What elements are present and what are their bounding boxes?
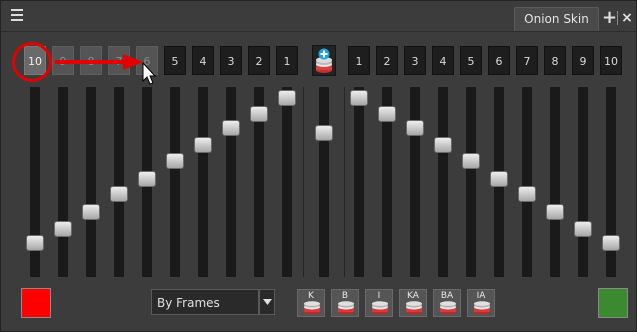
next-opacity-slider-3-track[interactable] bbox=[410, 87, 420, 277]
toggle-key-label: K bbox=[308, 291, 314, 301]
prev-opacity-slider-8-handle[interactable] bbox=[82, 203, 100, 220]
toggle-key-ani-label: KA bbox=[407, 291, 419, 301]
prev-opacity-slider-5-track[interactable] bbox=[170, 87, 180, 277]
layered-drawing-icon bbox=[338, 301, 354, 315]
next-opacity-slider-4-handle[interactable] bbox=[434, 137, 452, 154]
header-divider bbox=[1, 31, 637, 32]
prev-opacity-slider-5-handle[interactable] bbox=[166, 153, 184, 170]
layered-drawing-icon bbox=[406, 301, 422, 315]
next-opacity-slider-6-handle[interactable] bbox=[490, 170, 508, 187]
toggle-breakdown-ani-button[interactable]: BA bbox=[433, 289, 461, 317]
layered-drawing-icon bbox=[440, 301, 456, 315]
toggle-inbetween-ani-label: IA bbox=[476, 291, 486, 301]
next-opacity-slider-4-track[interactable] bbox=[438, 87, 448, 277]
next-frame-button-6[interactable]: 6 bbox=[488, 46, 510, 75]
next-frame-button-2[interactable]: 2 bbox=[376, 46, 398, 75]
toggle-key-ani-button[interactable]: KA bbox=[399, 289, 427, 317]
prev-opacity-slider-1-handle[interactable] bbox=[278, 90, 296, 107]
toggle-breakdown-label: B bbox=[341, 291, 349, 301]
slider-divider-right bbox=[344, 87, 345, 277]
toggle-inbetween-ani-button[interactable]: IA bbox=[467, 289, 495, 317]
prev-opacity-slider-2-handle[interactable] bbox=[250, 106, 268, 123]
next-opacity-slider-1-track[interactable] bbox=[354, 87, 364, 277]
next-opacity-slider-1-handle[interactable] bbox=[350, 90, 368, 107]
red-arrow-annotation bbox=[55, 54, 143, 70]
toggle-inbetween-button[interactable]: I bbox=[365, 289, 393, 317]
next-opacity-slider-2-handle[interactable] bbox=[378, 106, 396, 123]
prev-frame-button-3[interactable]: 3 bbox=[220, 46, 242, 75]
next-opacity-slider-9-track[interactable] bbox=[578, 87, 588, 277]
layered-drawing-icon bbox=[304, 301, 320, 315]
prev-opacity-slider-9-track[interactable] bbox=[58, 87, 68, 277]
red-circle-annotation bbox=[12, 42, 52, 82]
hamburger-menu-icon[interactable] bbox=[11, 9, 25, 23]
prev-opacity-slider-9-handle[interactable] bbox=[54, 220, 72, 237]
onion-mode-select[interactable]: By Frames bbox=[151, 289, 259, 315]
next-opacity-slider-3-handle[interactable] bbox=[406, 120, 424, 137]
prev-frame-button-2[interactable]: 2 bbox=[248, 46, 270, 75]
next-frame-button-5[interactable]: 5 bbox=[460, 46, 482, 75]
previous-color-swatch[interactable] bbox=[21, 288, 51, 318]
next-color-swatch[interactable] bbox=[598, 288, 628, 318]
onion-skin-toggle-button[interactable] bbox=[312, 45, 336, 76]
close-icon[interactable]: × bbox=[621, 8, 633, 28]
next-opacity-slider-5-track[interactable] bbox=[466, 87, 476, 277]
prev-opacity-slider-7-handle[interactable] bbox=[110, 186, 128, 203]
next-opacity-slider-8-handle[interactable] bbox=[546, 203, 564, 220]
layered-drawing-icon bbox=[474, 301, 490, 315]
prev-opacity-slider-1-track[interactable] bbox=[282, 87, 292, 277]
prev-opacity-slider-6-handle[interactable] bbox=[138, 170, 156, 187]
onion-skin-icon bbox=[316, 48, 332, 73]
current-opacity-slider-handle[interactable] bbox=[315, 125, 333, 142]
next-opacity-slider-10-handle[interactable] bbox=[602, 234, 620, 251]
prev-frame-button-4[interactable]: 4 bbox=[192, 46, 214, 75]
toggle-breakdown-ani-label: BA bbox=[440, 291, 454, 301]
next-frame-button-7[interactable]: 7 bbox=[516, 46, 538, 75]
prev-opacity-slider-10-handle[interactable] bbox=[26, 234, 44, 251]
toggle-breakdown-button[interactable]: B bbox=[331, 289, 359, 317]
next-opacity-slider-7-track[interactable] bbox=[522, 87, 532, 277]
layered-drawing-icon bbox=[372, 301, 388, 315]
next-opacity-slider-9-handle[interactable] bbox=[574, 220, 592, 237]
dropdown-arrow-icon[interactable] bbox=[259, 289, 275, 315]
next-frame-button-3[interactable]: 3 bbox=[404, 46, 426, 75]
next-frame-button-9[interactable]: 9 bbox=[572, 46, 594, 75]
prev-opacity-slider-3-track[interactable] bbox=[226, 87, 236, 277]
slider-divider-left bbox=[303, 87, 304, 277]
prev-opacity-slider-3-handle[interactable] bbox=[222, 120, 240, 137]
tab-separator bbox=[617, 11, 618, 25]
next-opacity-slider-7-handle[interactable] bbox=[518, 186, 536, 203]
prev-opacity-slider-8-track[interactable] bbox=[86, 87, 96, 277]
add-tab-icon[interactable]: + bbox=[602, 8, 617, 28]
current-opacity-slider-track[interactable] bbox=[319, 87, 329, 277]
next-frame-button-4[interactable]: 4 bbox=[432, 46, 454, 75]
next-frame-button-8[interactable]: 8 bbox=[544, 46, 566, 75]
prev-frame-button-5[interactable]: 5 bbox=[164, 46, 186, 75]
toggle-key-button[interactable]: K bbox=[297, 289, 325, 317]
prev-opacity-slider-4-handle[interactable] bbox=[194, 137, 212, 154]
tab-onion-skin[interactable]: Onion Skin bbox=[514, 7, 599, 31]
prev-opacity-slider-4-track[interactable] bbox=[198, 87, 208, 277]
next-opacity-slider-8-track[interactable] bbox=[550, 87, 560, 277]
prev-frame-button-1[interactable]: 1 bbox=[276, 46, 298, 75]
mouse-cursor-icon bbox=[142, 62, 156, 85]
next-opacity-slider-5-handle[interactable] bbox=[462, 153, 480, 170]
next-frame-button-1[interactable]: 1 bbox=[348, 46, 370, 75]
prev-opacity-slider-7-track[interactable] bbox=[114, 87, 124, 277]
toggle-inbetween-label: I bbox=[377, 291, 381, 301]
onion-skin-panel: Onion Skin + × 10987654321 12345678910 B… bbox=[0, 0, 637, 332]
next-frame-button-10[interactable]: 10 bbox=[600, 46, 622, 75]
